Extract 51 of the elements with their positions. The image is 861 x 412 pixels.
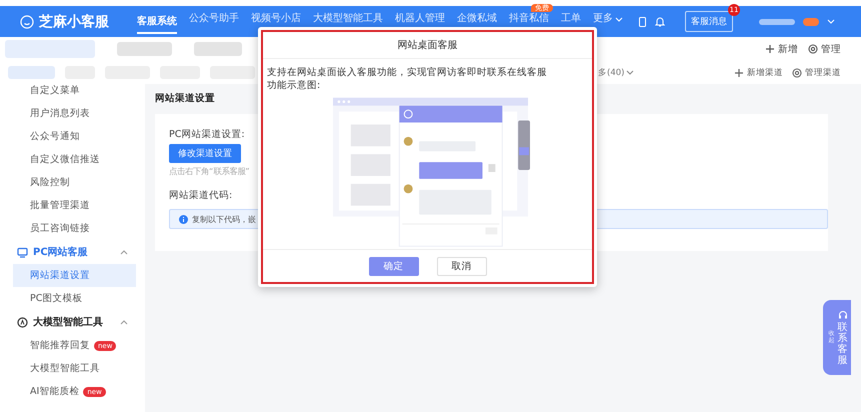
account-badge xyxy=(803,18,819,26)
chevron-icon xyxy=(120,318,128,326)
sidebar-item[interactable]: 网站渠道设置 xyxy=(13,264,136,287)
sidebar-item[interactable]: 批量管理渠道 xyxy=(13,194,136,217)
sidebar-section[interactable]: 大模型智能工具 xyxy=(0,310,145,334)
toolbar-action[interactable]: 新增 xyxy=(765,42,798,56)
caret-icon xyxy=(827,18,835,25)
settings-icon xyxy=(808,44,818,54)
dialog-caption: 功能示意图: xyxy=(267,79,322,92)
dialog-title: 网站桌面客服 xyxy=(263,32,592,59)
hint-text: 点击右下角“联系客服” xyxy=(169,166,250,177)
blurred-filter[interactable] xyxy=(210,66,255,79)
bell-icon xyxy=(655,16,665,27)
info-icon xyxy=(179,214,188,224)
contact-label: 联系客服 xyxy=(838,322,848,366)
toolbar-action[interactable]: 管理 xyxy=(808,42,841,56)
headset-icon xyxy=(838,310,848,320)
plus-icon xyxy=(734,68,744,78)
blurred-tab[interactable] xyxy=(117,42,172,56)
settings-icon xyxy=(792,68,802,78)
filter-dropdown[interactable]: 多(40) xyxy=(598,66,634,78)
nav-tab[interactable]: 客服系统 xyxy=(137,16,177,34)
app-logo: 芝麻小客服 xyxy=(39,12,109,30)
sidebar-item[interactable]: 自定义微信推送 xyxy=(13,148,136,171)
cancel-button[interactable]: 取消 xyxy=(436,256,486,276)
toolbar-action[interactable]: 管理渠道 xyxy=(792,66,841,78)
sidebar-item[interactable]: 风险控制 xyxy=(13,171,136,194)
field-label: PC网站渠道设置: xyxy=(169,128,245,141)
field-label: 网站渠道代码: xyxy=(169,189,232,202)
sidebar-item[interactable]: PC图文模板 xyxy=(13,287,136,310)
plus-icon xyxy=(765,44,775,54)
sidebar-item[interactable]: 公众号通知 xyxy=(13,125,136,148)
sidebar-item[interactable]: 员工咨询链接 xyxy=(13,217,136,240)
phone-icon xyxy=(638,16,647,26)
caret-icon xyxy=(626,69,634,76)
sidebar-item[interactable]: 用户消息列表 xyxy=(13,102,136,125)
blurred-filter[interactable] xyxy=(8,66,55,79)
blurred-tab[interactable] xyxy=(5,40,95,58)
dialog-description: 支持在网站桌面嵌入客服功能，实现官网访客即时联系在线客服 xyxy=(267,66,548,79)
redacted-username xyxy=(759,18,795,24)
sidebar-item[interactable]: 大模型智能工具 xyxy=(13,357,136,380)
blurred-tab[interactable] xyxy=(194,42,242,56)
monitor-icon xyxy=(17,246,28,258)
edit-channel-button[interactable]: 修改渠道设置 xyxy=(169,144,241,163)
section-title: 网站渠道设置 xyxy=(155,92,216,105)
toolbar-action[interactable]: 新增渠道 xyxy=(734,66,783,78)
logo-icon xyxy=(20,14,34,28)
chevron-icon xyxy=(120,248,128,256)
circle-icon xyxy=(17,316,28,328)
sidebar-item[interactable]: 自定义菜单 xyxy=(13,84,136,102)
sidebar-section[interactable]: PC网站客服 xyxy=(0,240,145,264)
